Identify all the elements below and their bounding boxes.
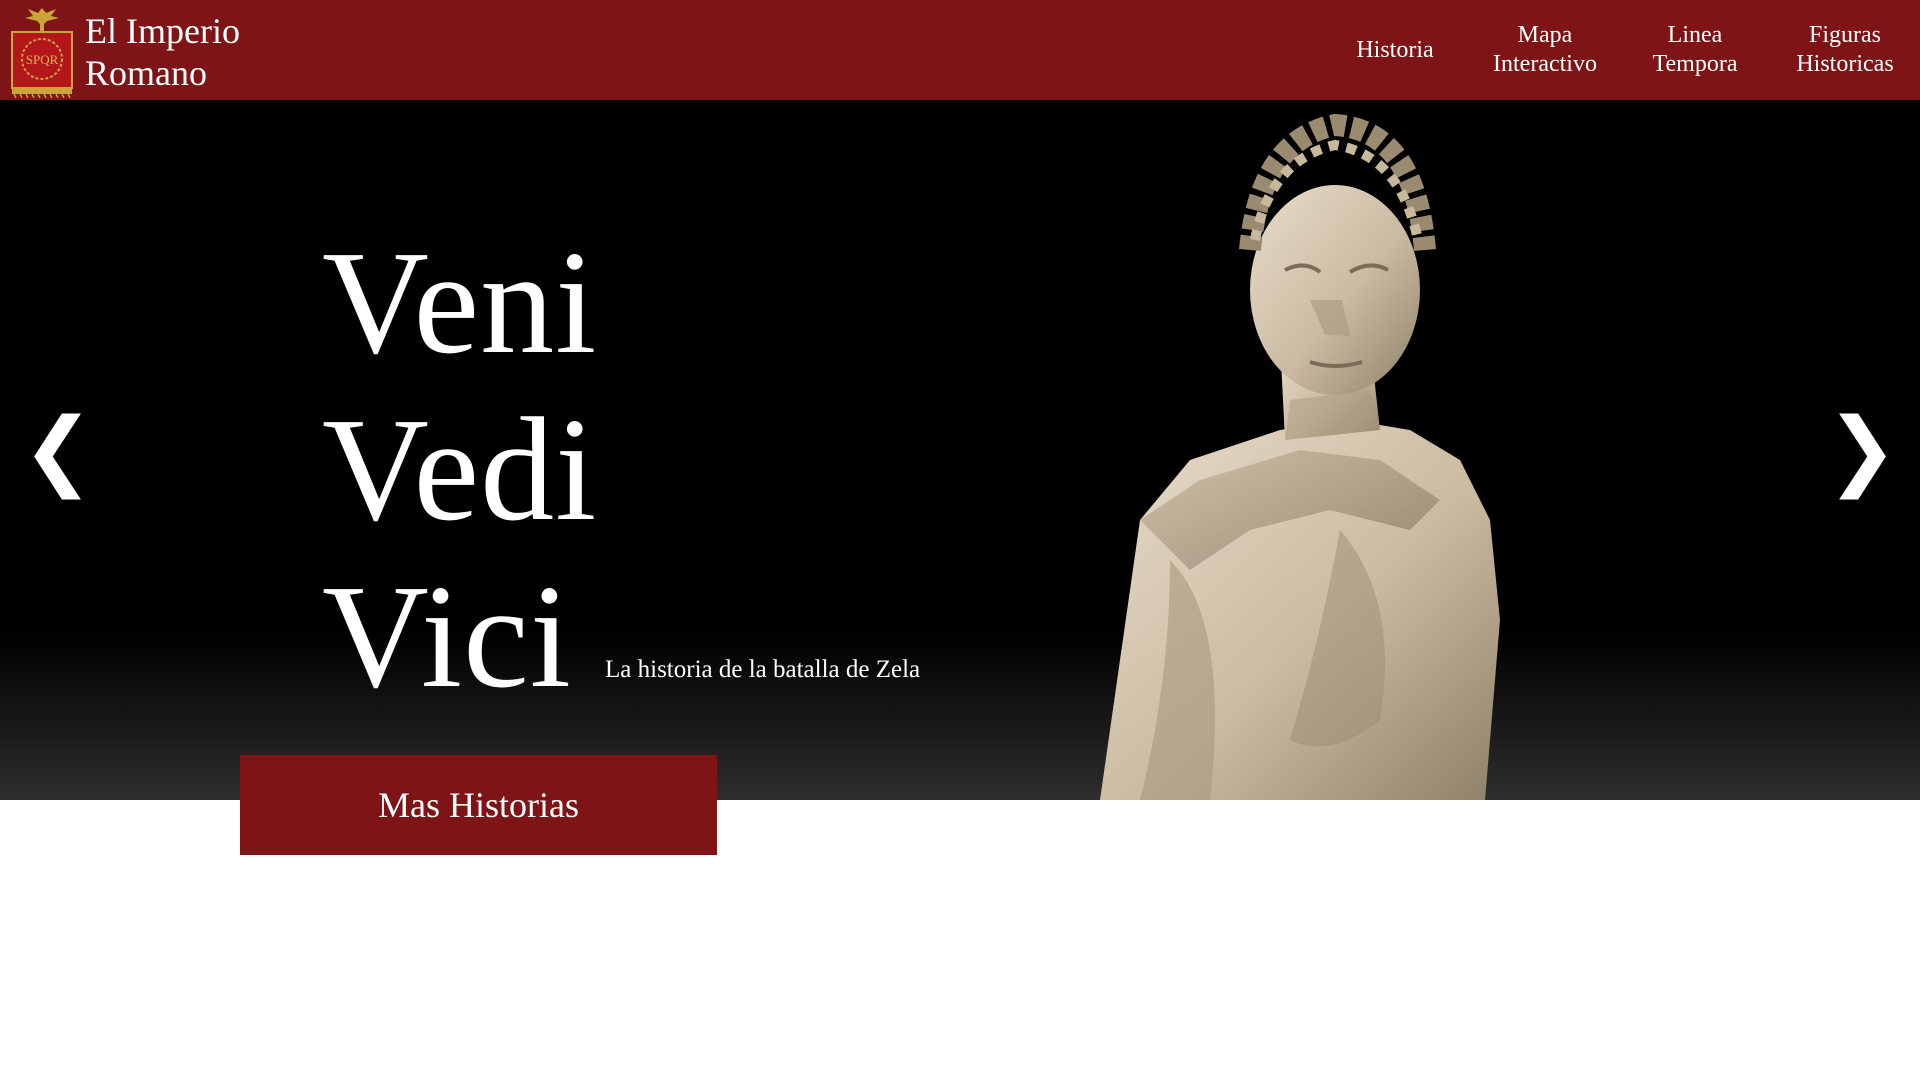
- hero-motto: Veni Vedi Vici: [322, 220, 597, 721]
- prev-slide-icon[interactable]: ❮: [22, 400, 94, 500]
- more-stories-button[interactable]: Mas Historias: [240, 755, 717, 855]
- nav-label: Historia: [1356, 36, 1434, 63]
- hero-subtitle: La historia de la batalla de Zela: [605, 656, 921, 683]
- motto-line-veni: Veni: [322, 221, 598, 385]
- nav-label-line-1: Linea: [1667, 22, 1723, 48]
- nav-label-line-2: Interactivo: [1493, 51, 1597, 77]
- hero-slider: Veni Vedi Vici La historia de la batalla…: [0, 100, 1920, 800]
- nav-label-line-2: Tempora: [1652, 51, 1738, 77]
- nav-label-line-2: Historicas: [1796, 51, 1894, 77]
- motto-line-vici: Vici: [322, 555, 572, 719]
- nav-item-historia[interactable]: Historia: [1320, 36, 1470, 65]
- motto-line-vedi: Vedi: [322, 388, 598, 552]
- spqr-logo-icon[interactable]: SPQR: [8, 4, 76, 98]
- main-nav: Historia Mapa Interactivo Linea Tempora …: [1320, 0, 1920, 100]
- nav-item-mapa-interactivo[interactable]: Mapa Interactivo: [1470, 21, 1620, 79]
- site-title-line-1: El Imperio: [85, 11, 240, 51]
- next-slide-icon[interactable]: ❯: [1826, 400, 1898, 500]
- site-title[interactable]: El Imperio Romano: [85, 10, 240, 94]
- nav-item-linea-tempora[interactable]: Linea Tempora: [1620, 21, 1770, 79]
- site-header: SPQR El Imperio Romano Historia Mapa Int…: [0, 0, 1920, 100]
- site-title-line-2: Romano: [85, 53, 207, 93]
- nav-label-line-1: Figuras: [1809, 22, 1881, 48]
- svg-text:SPQR: SPQR: [26, 52, 59, 67]
- nav-item-figuras-historicas[interactable]: Figuras Historicas: [1770, 21, 1920, 79]
- caesar-statue-image: [1080, 100, 1640, 800]
- nav-label-line-1: Mapa: [1517, 22, 1573, 48]
